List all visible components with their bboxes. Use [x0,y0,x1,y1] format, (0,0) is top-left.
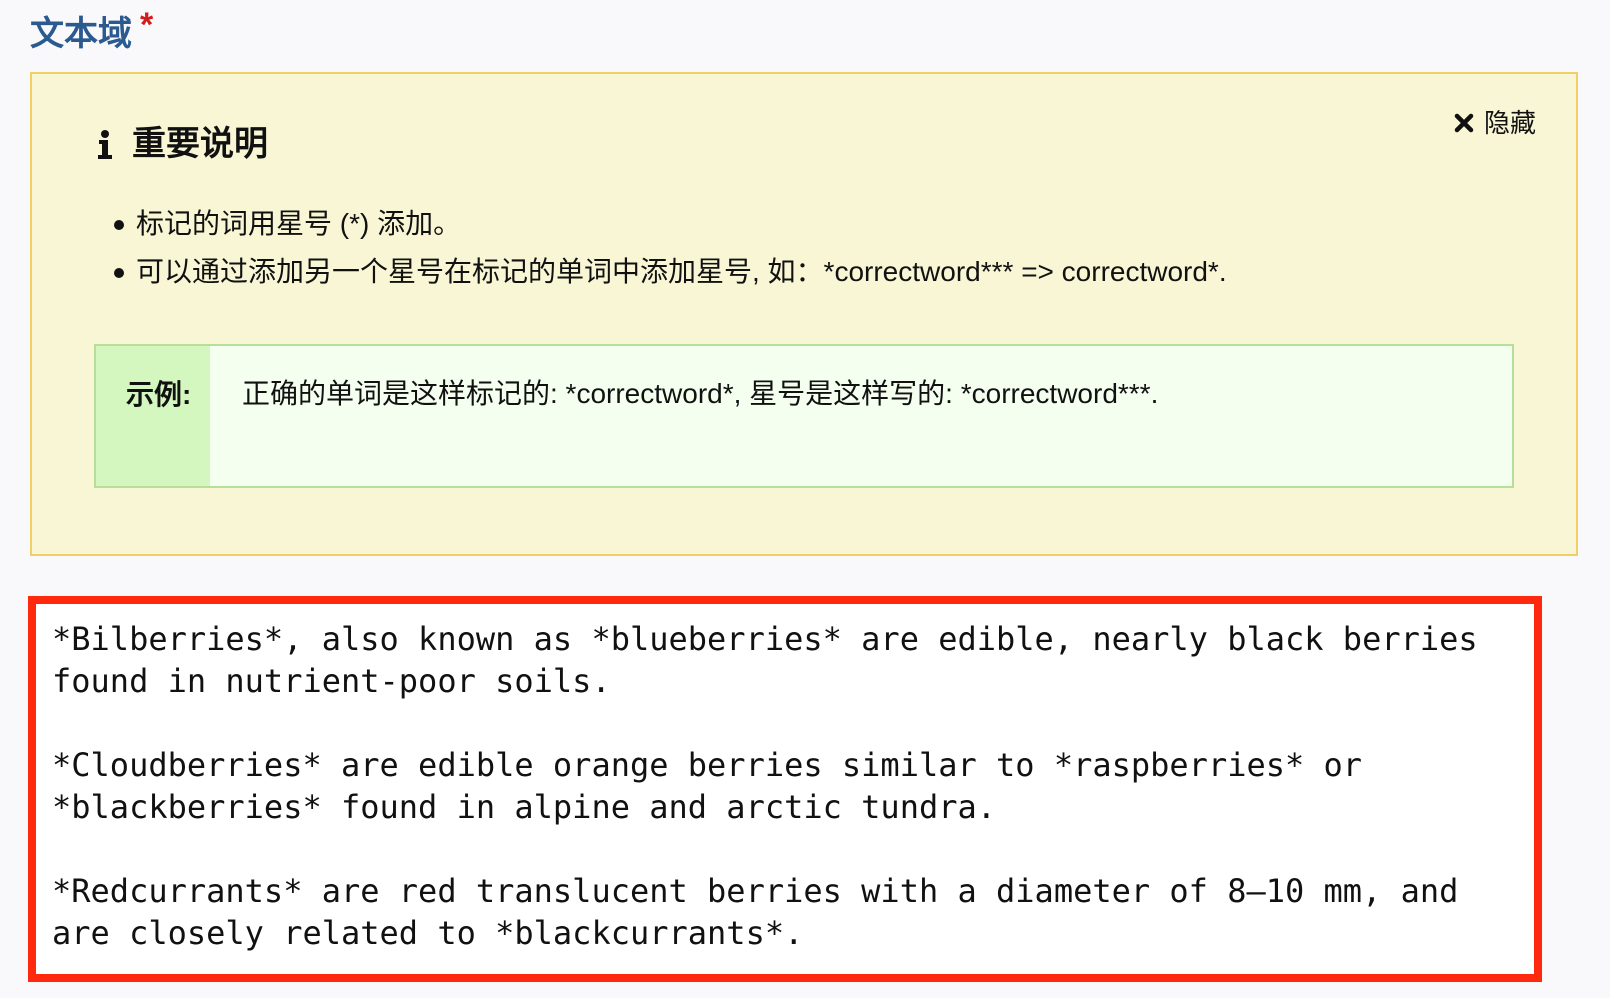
important-notice-panel: 重要说明 隐藏 标记的词用星号 (*) 添加。 可以通过添加另一个星号在标记的单… [30,72,1578,556]
notice-header: 重要说明 [96,120,268,168]
hide-label: 隐藏 [1483,108,1536,138]
field-label: 文本域 * [30,8,153,58]
close-icon [1454,113,1474,133]
bullet-icon [114,220,124,230]
notice-list: 标记的词用星号 (*) 添加。 可以通过添加另一个星号在标记的单词中添加星号, … [114,200,1534,296]
example-label: 示例: [96,346,210,486]
notice-list-item: 可以通过添加另一个星号在标记的单词中添加星号, 如：*correctword**… [114,248,1534,296]
notice-item-text: 可以通过添加另一个星号在标记的单词中添加星号, 如：*correctword**… [136,256,1227,287]
example-text: 正确的单词是这样标记的: *correctword*, 星号是这样写的: *co… [242,378,1159,409]
required-marker: * [140,6,154,44]
notice-list-item: 标记的词用星号 (*) 添加。 [114,200,1534,248]
hide-button[interactable]: 隐藏 [1454,108,1536,138]
example-box: 示例: 正确的单词是这样标记的: *correctword*, 星号是这样写的:… [94,344,1514,488]
notice-title: 重要说明 [132,125,268,163]
text-area-input[interactable]: *Bilberries*, also known as *blueberries… [28,596,1542,982]
bullet-icon [114,268,124,278]
notice-item-text: 标记的词用星号 (*) 添加。 [136,208,462,239]
field-label-text: 文本域 [30,15,132,53]
info-icon [96,129,114,159]
